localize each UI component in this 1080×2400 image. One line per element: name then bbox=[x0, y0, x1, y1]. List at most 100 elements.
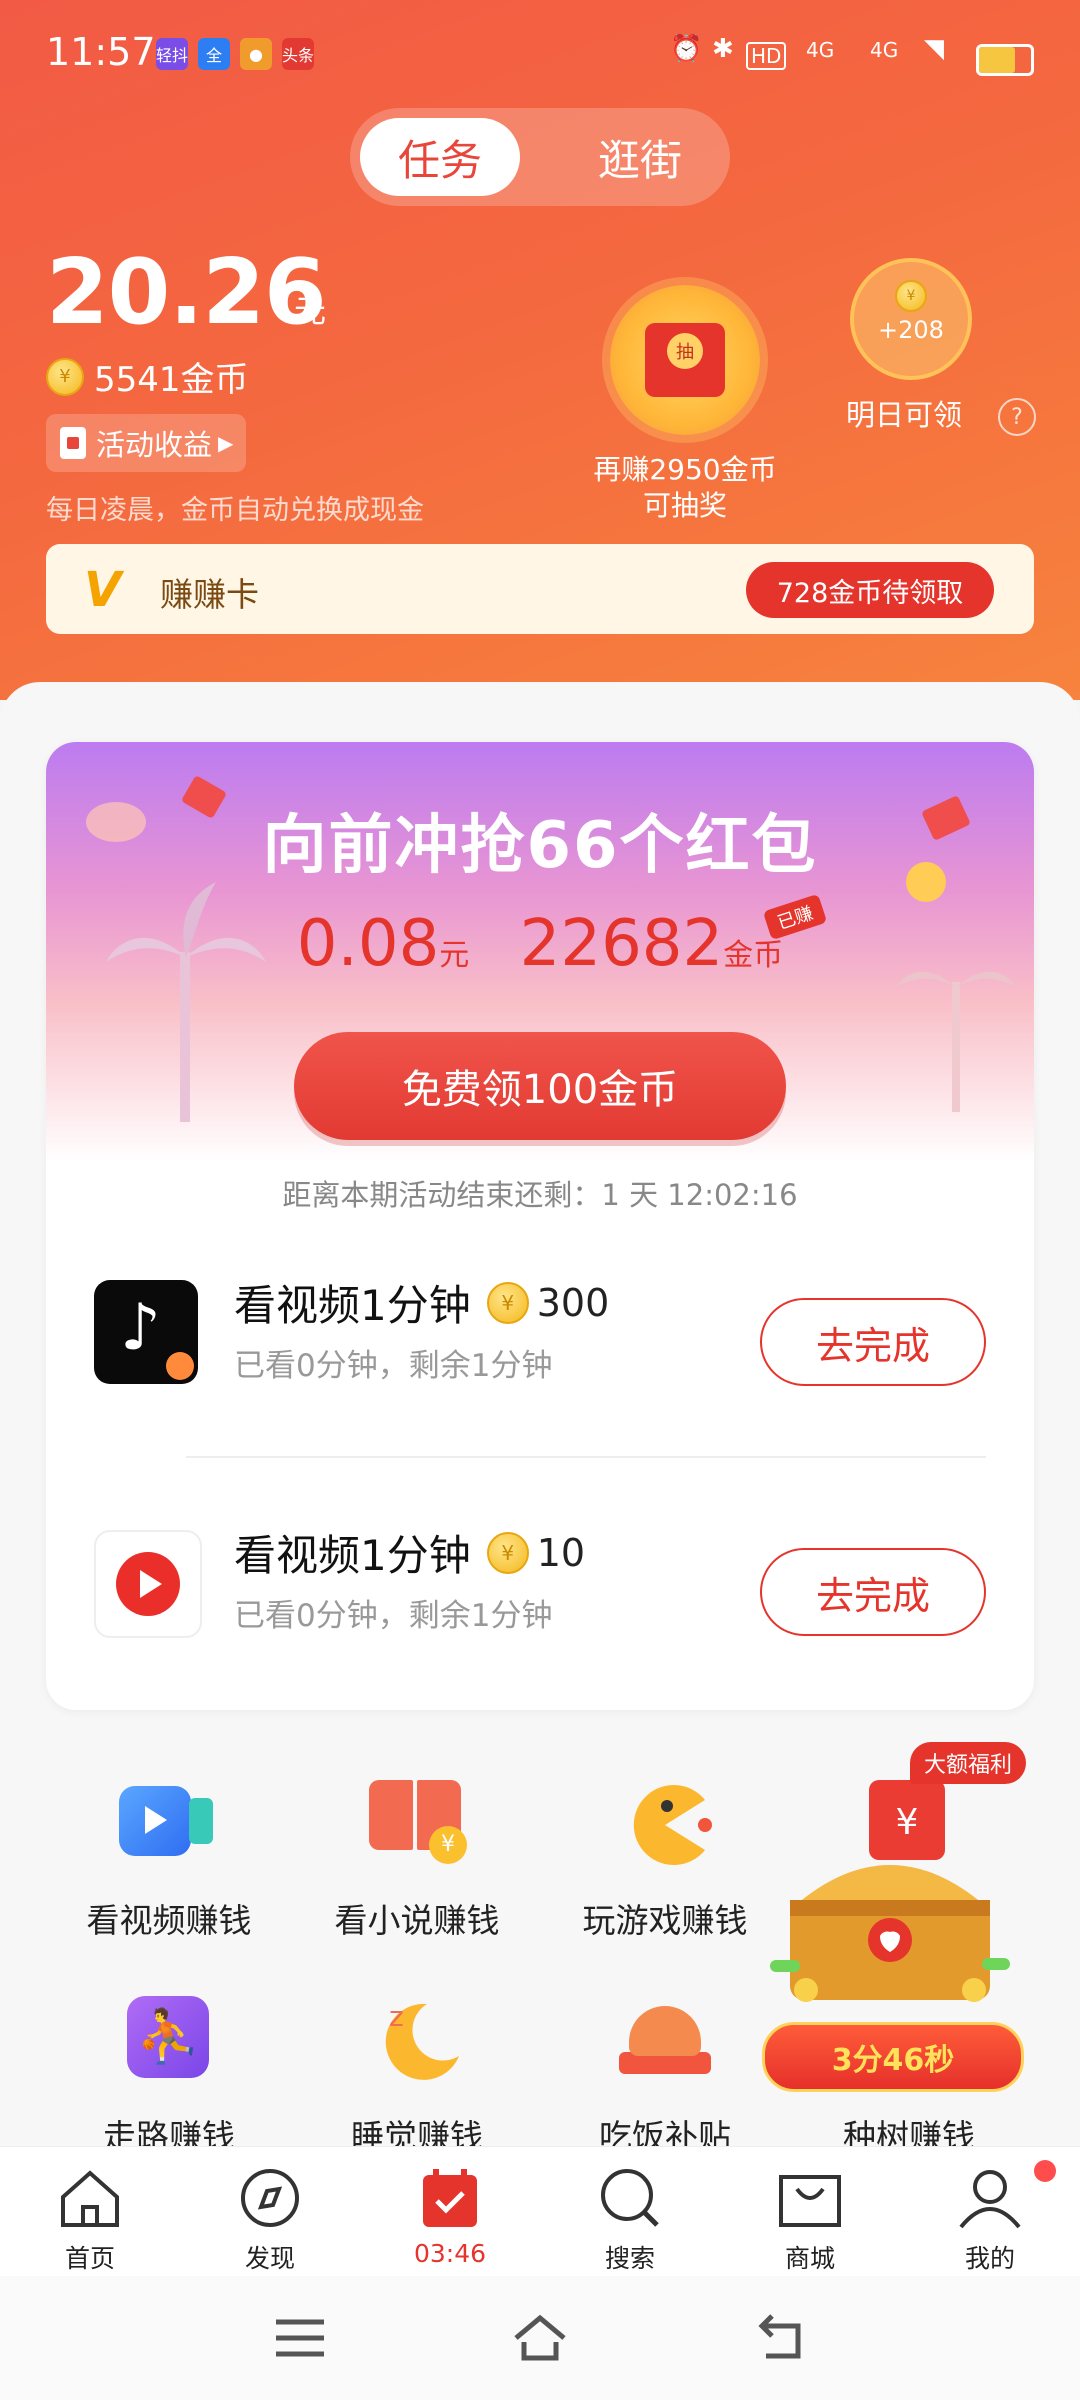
home-icon[interactable] bbox=[510, 2312, 570, 2362]
task-progress: 已看0分钟，剩余1分钟 bbox=[234, 1598, 553, 1634]
banner-coins: 22682 bbox=[519, 907, 724, 981]
event-banner: 向前冲抢66个红包 0.08元 22682金币 已赚 免费领100金币 bbox=[46, 742, 1034, 1162]
v-logo-icon: V bbox=[84, 562, 122, 618]
coin-icon: ¥ bbox=[46, 357, 84, 396]
banner-stats: 0.08元 22682金币 bbox=[46, 907, 1034, 981]
bottom-nav: 首页 发现 03:46 搜索 商城 我的 bbox=[0, 2146, 1080, 2277]
nav-label: 发现 bbox=[244, 2244, 295, 2273]
grid-play-game[interactable]: 玩游戏赚钱 bbox=[540, 1780, 790, 1942]
grid-read-novel[interactable]: ¥ 看小说赚钱 bbox=[292, 1780, 542, 1942]
compass-icon bbox=[241, 2169, 299, 2227]
chicken-icon bbox=[615, 1996, 715, 2086]
wifi-icon: ◥ bbox=[924, 34, 944, 64]
earn-card-bar[interactable]: V 赚赚卡 728金币待领取 bbox=[46, 544, 1034, 634]
status-time: 11:57 bbox=[46, 30, 156, 74]
red-envelope-icon: 抽 bbox=[645, 323, 725, 397]
nav-home[interactable]: 首页 bbox=[30, 2167, 150, 2275]
complete-task-button[interactable]: 去完成 bbox=[760, 1298, 986, 1386]
nav-tasks[interactable]: 03:46 bbox=[390, 2167, 510, 2268]
grid-label: 看视频赚钱 bbox=[86, 1901, 252, 1940]
shopping-bag-icon bbox=[779, 2175, 841, 2227]
coin-icon: ¥ bbox=[895, 280, 927, 312]
banner-coins-unit: 金币 bbox=[723, 938, 784, 973]
app-notification-icon: 全 bbox=[198, 38, 230, 70]
system-nav-bar bbox=[0, 2276, 1080, 2400]
grid-meal-subsidy[interactable]: 吃饭补贴 bbox=[540, 1996, 790, 2158]
tomorrow-reward-button[interactable]: ¥ +208 bbox=[850, 258, 972, 380]
palm-tree-icon bbox=[106, 882, 266, 1122]
menu-icon[interactable] bbox=[272, 2316, 328, 2360]
nav-label: 我的 bbox=[964, 2244, 1015, 2273]
pacman-icon bbox=[615, 1780, 715, 1870]
top-tab-switch: 任务 逛街 bbox=[350, 108, 730, 206]
tomorrow-label: 明日可领 bbox=[846, 398, 963, 432]
task-title-text: 看视频1分钟 bbox=[234, 1281, 471, 1330]
signal-icon: 4G bbox=[870, 38, 899, 62]
back-icon[interactable] bbox=[754, 2312, 810, 2362]
alarm-icon: ⏰ bbox=[670, 34, 703, 64]
grid-label: 玩游戏赚钱 bbox=[582, 1901, 748, 1940]
signal-icon: 4G bbox=[806, 38, 835, 62]
task-progress: 已看0分钟，剩余1分钟 bbox=[234, 1348, 553, 1384]
task-card: 向前冲抢66个红包 0.08元 22682金币 已赚 免费领100金币 距离本期… bbox=[46, 742, 1034, 1710]
person-icon bbox=[959, 2170, 1021, 2229]
home-icon bbox=[61, 2170, 119, 2227]
lottery-text-line1: 再赚2950金币 bbox=[593, 453, 777, 486]
calendar-check-icon bbox=[423, 2169, 477, 2227]
notification-dot bbox=[1034, 2160, 1056, 2182]
battery-icon bbox=[976, 44, 1034, 76]
activity-earnings-button[interactable]: 活动收益 ▶ bbox=[46, 414, 246, 472]
task-item: 看视频1分钟 ¥ 10 已看0分钟，剩余1分钟 去完成 bbox=[46, 1502, 1034, 1652]
lottery-button[interactable]: 抽 bbox=[610, 285, 760, 435]
nav-mall[interactable]: 商城 bbox=[750, 2167, 870, 2275]
svg-text:z: z bbox=[389, 2000, 404, 2033]
earn-card-claim-button[interactable]: 728金币待领取 bbox=[746, 562, 994, 618]
grid-sleep[interactable]: z 睡觉赚钱 bbox=[292, 1996, 542, 2158]
task-title: 看视频1分钟 ¥ 10 bbox=[234, 1522, 585, 1583]
banner-money: 0.08 bbox=[296, 907, 440, 981]
task-divider bbox=[186, 1456, 986, 1458]
app-notification-icon: 轻抖 bbox=[156, 38, 188, 70]
coin-icon: ¥ bbox=[486, 1281, 529, 1324]
event-countdown: 距离本期活动结束还剩：1 天 12:02:16 bbox=[282, 1178, 798, 1212]
task-title-text: 看视频1分钟 bbox=[234, 1531, 471, 1580]
task-title: 看视频1分钟 ¥ 300 bbox=[234, 1272, 609, 1333]
lottery-char: 抽 bbox=[667, 333, 703, 369]
grid-watch-video[interactable]: 看视频赚钱 bbox=[44, 1780, 294, 1942]
lottery-text-line2: 可抽奖 bbox=[642, 489, 727, 522]
claim-coins-button[interactable]: 免费领100金币 bbox=[294, 1032, 786, 1140]
nav-label: 商城 bbox=[784, 2244, 835, 2273]
tab-shopping[interactable]: 逛街 bbox=[560, 118, 720, 196]
nav-label: 搜索 bbox=[604, 2244, 655, 2273]
help-icon[interactable]: ? bbox=[998, 398, 1036, 436]
app-notification-icon: ● bbox=[240, 38, 272, 70]
nav-label: 首页 bbox=[64, 2244, 115, 2273]
nav-profile[interactable]: 我的 bbox=[930, 2167, 1050, 2275]
coin-balance-text: 5541金币 bbox=[94, 360, 249, 400]
red-envelope-icon bbox=[60, 427, 86, 459]
task-reward: 300 bbox=[536, 1280, 610, 1325]
chest-countdown-timer[interactable]: 3分46秒 bbox=[762, 2022, 1024, 2092]
chevron-right-icon: ▶ bbox=[218, 431, 234, 455]
running-person-icon: ⛹ bbox=[119, 1996, 219, 2086]
tiktok-app-icon: ♪ bbox=[94, 1280, 198, 1384]
hd-icon: HD bbox=[746, 42, 787, 70]
balance-amount: 20.26 bbox=[46, 240, 327, 345]
nav-search[interactable]: 搜索 bbox=[570, 2167, 690, 2275]
search-icon bbox=[601, 2169, 659, 2227]
exchange-hint: 每日凌晨，金币自动兑换成现金 bbox=[46, 495, 424, 526]
tab-tasks[interactable]: 任务 bbox=[360, 118, 520, 196]
video-app-icon bbox=[94, 1530, 202, 1638]
complete-task-button[interactable]: 去完成 bbox=[760, 1548, 986, 1636]
nav-label: 03:46 bbox=[413, 2239, 487, 2268]
status-bar: 11:57 轻抖 全 ● 头条 ⏰ ✱ HD 4G 4G ◥ bbox=[0, 0, 1080, 110]
big-welfare-badge: 大额福利 bbox=[910, 1742, 1026, 1784]
bluetooth-icon: ✱ bbox=[712, 34, 734, 64]
banner-money-unit: 元 bbox=[439, 938, 470, 973]
task-item: ♪ 看视频1分钟 ¥ 300 已看0分钟，剩余1分钟 去完成 bbox=[46, 1252, 1034, 1402]
moon-icon: z bbox=[367, 1996, 467, 2086]
activity-earnings-label: 活动收益 bbox=[96, 428, 213, 462]
treasure-chest-icon[interactable] bbox=[770, 1830, 1010, 2010]
grid-walk[interactable]: ⛹ 走路赚钱 bbox=[44, 1996, 294, 2158]
nav-discover[interactable]: 发现 bbox=[210, 2167, 330, 2275]
